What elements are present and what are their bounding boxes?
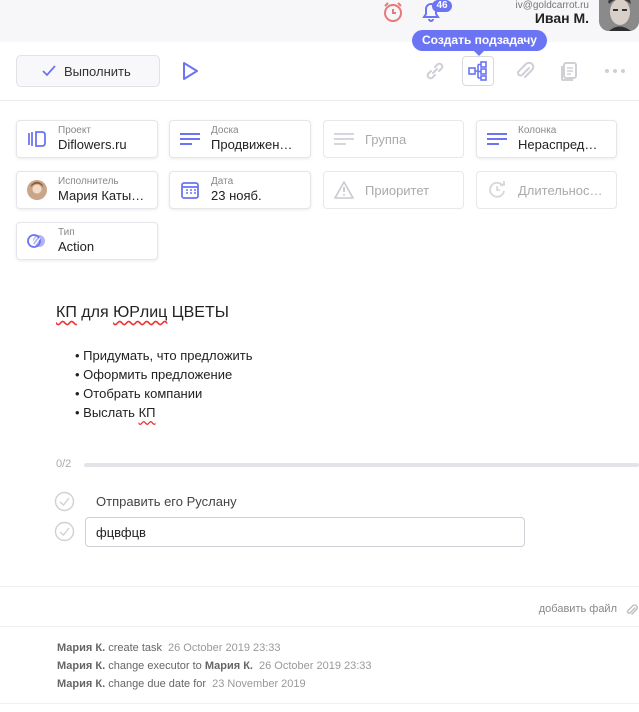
- column-label: Колонка: [518, 125, 557, 136]
- description-list[interactable]: Придумать, что предложить Оформить предл…: [75, 346, 253, 422]
- add-file-link[interactable]: добавить файл: [539, 603, 617, 615]
- project-icon: [27, 129, 47, 149]
- complete-button-label: Выполнить: [64, 63, 131, 79]
- attach-button[interactable]: [509, 56, 541, 86]
- user-name[interactable]: Иван М.: [535, 10, 589, 26]
- list-item: Выслать КП: [75, 403, 253, 422]
- checklist-progress-bar: [84, 463, 639, 467]
- activity-action: change due date for: [105, 678, 207, 690]
- type-icon: [27, 231, 47, 251]
- board-lines-icon: [180, 129, 200, 149]
- checkmark-icon: [42, 65, 56, 77]
- timer-icon[interactable]: [382, 0, 404, 24]
- calendar-icon: [180, 180, 200, 200]
- toolbar-divider: [0, 100, 639, 101]
- board-label: Доска: [211, 125, 239, 136]
- checklist-new-item-input[interactable]: [85, 517, 525, 547]
- column-value: Нераспред…: [518, 137, 598, 152]
- link-icon: [426, 62, 444, 80]
- divider: [0, 703, 639, 704]
- list-item: Оформить предложение: [75, 365, 253, 384]
- activity-time: 26 October 2019 23:33: [259, 660, 372, 672]
- activity-time: 23 November 2019: [212, 678, 306, 690]
- duration-field[interactable]: Длительнос…: [476, 171, 617, 209]
- list-item: Отобрать компании: [75, 384, 253, 403]
- subtask-tree-icon: [468, 61, 487, 81]
- title-part: для: [76, 304, 114, 321]
- activity-action: change executor to: [105, 660, 205, 672]
- activity-user: Мария К.: [57, 642, 106, 654]
- warning-icon: [334, 180, 354, 200]
- type-value: Action: [58, 239, 95, 254]
- subtask-tooltip: Создать подзадачу: [412, 30, 547, 56]
- type-field[interactable]: Тип Action: [16, 222, 158, 260]
- project-value: Diflowers.ru: [58, 137, 127, 152]
- column-field[interactable]: Колонка Нераспред…: [476, 120, 617, 158]
- user-avatar-face: [599, 0, 639, 31]
- copy-icon: [561, 62, 577, 81]
- activity-entry: Мария К. change executor to Мария К. 26 O…: [57, 660, 372, 672]
- play-icon[interactable]: [180, 60, 200, 82]
- date-label: Дата: [211, 176, 234, 187]
- project-field[interactable]: Проект Diflowers.ru: [16, 120, 158, 158]
- board-field[interactable]: Доска Продвижен…: [169, 120, 311, 158]
- executor-avatar: [27, 180, 47, 200]
- project-label: Проект: [58, 125, 91, 136]
- checklist-progress-label: 0/2: [56, 458, 72, 470]
- notification-badge: 46: [432, 0, 452, 12]
- activity-entry: Мария К. change due date for 23 November …: [57, 678, 306, 690]
- title-word-yurlits: ЮРлиц: [113, 304, 168, 321]
- more-icon: [605, 69, 625, 73]
- title-word-kp: КП: [56, 304, 77, 321]
- type-label: Тип: [58, 227, 75, 238]
- group-field[interactable]: Группа: [323, 120, 464, 158]
- attach-icon[interactable]: [625, 603, 639, 617]
- checklist-check-icon[interactable]: [54, 491, 75, 512]
- attach-icon: [517, 61, 535, 78]
- activity-entry: Мария К. create task 26 October 2019 23:3…: [57, 642, 281, 654]
- executor-label: Исполнитель: [58, 176, 119, 187]
- complete-button[interactable]: Выполнить: [16, 55, 160, 87]
- checklist-item[interactable]: Отправить его Руслану: [96, 494, 237, 509]
- activity-target: Мария К.: [204, 660, 253, 672]
- priority-field[interactable]: Приоритет: [323, 171, 464, 209]
- activity-action: create task: [105, 642, 163, 654]
- activity-user: Мария К.: [57, 660, 106, 672]
- date-value: 23 нояб.: [211, 188, 262, 203]
- board-value: Продвижен…: [211, 137, 293, 152]
- list-item: Придумать, что предложить: [75, 346, 252, 365]
- activity-user: Мария К.: [57, 678, 106, 690]
- checklist-check-icon[interactable]: [54, 521, 75, 542]
- create-subtask-button[interactable]: [462, 56, 494, 86]
- column-lines-icon: [487, 129, 507, 149]
- title-part-end: ЦВЕТЫ: [167, 304, 229, 321]
- link-button[interactable]: [419, 56, 451, 86]
- group-lines-icon: [334, 129, 354, 149]
- user-avatar[interactable]: [599, 0, 639, 31]
- priority-placeholder: Приоритет: [365, 182, 430, 198]
- last-bullet-text: Выслать: [83, 405, 139, 420]
- divider: [0, 586, 639, 587]
- duration-icon: [487, 180, 507, 200]
- more-button[interactable]: [599, 56, 631, 86]
- task-title[interactable]: КП для ЮРлиц ЦВЕТЫ: [56, 304, 229, 322]
- duration-placeholder: Длительнос…: [518, 182, 603, 198]
- group-placeholder: Группа: [365, 131, 407, 147]
- executor-field[interactable]: Исполнитель Мария Каты…: [16, 171, 158, 209]
- executor-value: Мария Каты…: [58, 188, 145, 203]
- last-bullet-word: КП: [138, 405, 156, 420]
- divider: [0, 626, 639, 627]
- copy-button[interactable]: [553, 56, 585, 86]
- activity-time: 26 October 2019 23:33: [168, 642, 281, 654]
- date-field[interactable]: Дата 23 нояб.: [169, 171, 311, 209]
